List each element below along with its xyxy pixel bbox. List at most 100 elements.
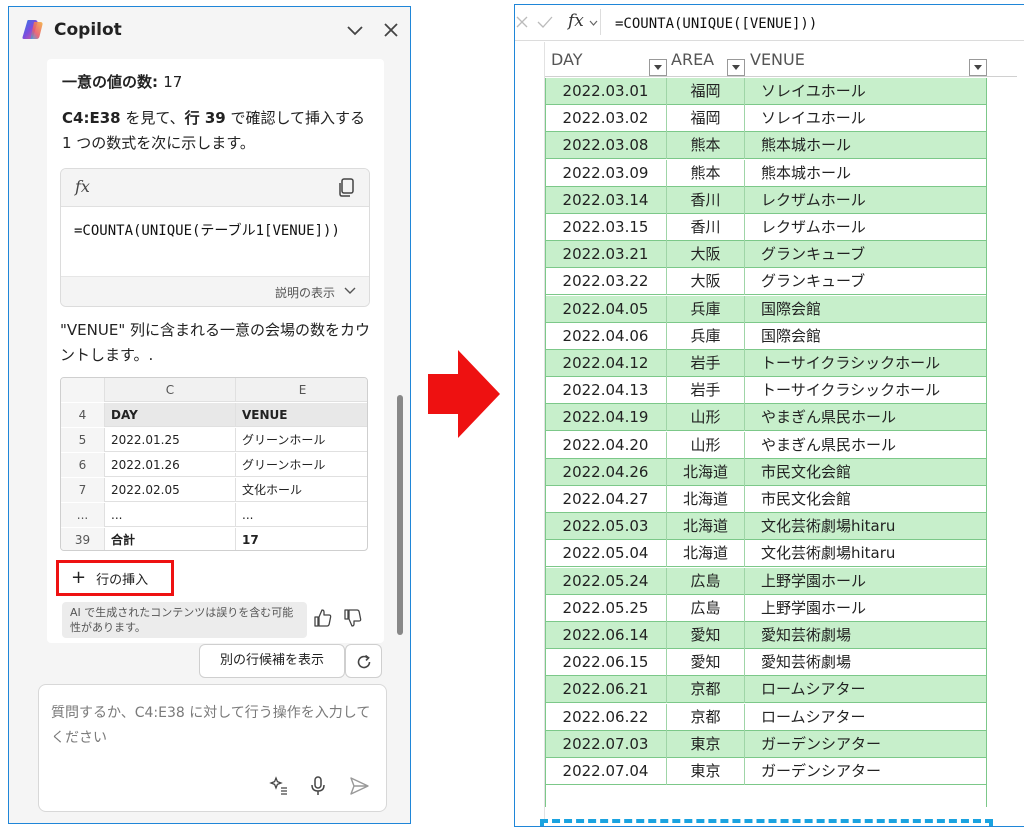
microphone-icon[interactable] [307,775,329,797]
cell-venue[interactable]: グランキューブ [745,268,987,295]
cell-area[interactable]: 愛知 [667,649,745,677]
cell-day[interactable]: 2022.05.24 [545,567,667,595]
cell-venue[interactable]: ロームシアター [745,676,987,703]
thumbs-down-icon[interactable] [343,608,363,628]
cell-area[interactable]: 北海道 [667,486,745,513]
cell-day[interactable]: 2022.03.09 [545,159,667,187]
cell-area[interactable]: 広島 [667,567,745,595]
copilot-scrollbar-thumb[interactable] [397,395,403,635]
cell-area[interactable]: 兵庫 [667,295,745,323]
show-another-suggestion-button[interactable]: 別の行候補を表示 [199,644,345,678]
cell-area[interactable]: 熊本 [667,159,745,187]
cell-area[interactable]: 東京 [667,758,745,785]
cell-day[interactable]: 2022.07.03 [545,730,667,758]
cell-day[interactable]: 2022.03.15 [545,214,667,241]
cell-day[interactable]: 2022.05.04 [545,540,667,568]
cell-venue[interactable]: ソレイユホール [745,78,987,105]
cell-area[interactable]: 北海道 [667,458,745,486]
cell-day[interactable]: 2022.05.03 [545,513,667,541]
cell-venue[interactable]: ロームシアター [745,704,987,731]
cell-venue[interactable]: トーサイクラシックホール [745,350,987,377]
cell-venue[interactable]: 国際会館 [745,296,987,323]
cell-area[interactable]: 兵庫 [667,322,745,350]
cell-venue[interactable]: やまぎん県民ホール [745,432,987,459]
filter-dropdown-icon[interactable] [649,59,667,76]
refresh-button[interactable] [345,644,382,678]
cell-venue[interactable]: ガーデンシアター [745,731,987,758]
cell-venue[interactable]: 熊本城ホール [745,132,987,159]
cell-area[interactable]: 大阪 [667,268,745,296]
send-icon[interactable] [348,775,370,797]
cell-area[interactable]: 山形 [667,404,745,432]
cell-day[interactable]: 2022.04.05 [545,295,667,323]
cell-area[interactable]: 香川 [667,186,745,214]
header-venue[interactable]: VENUE [750,42,805,77]
cell-venue[interactable]: 文化芸術劇場hitaru [745,540,987,567]
cell-venue[interactable]: 市民文化会館 [745,486,987,513]
check-icon[interactable] [537,15,553,29]
cell-day[interactable]: 2022.07.04 [545,758,667,785]
cell-venue[interactable]: 上野学園ホール [745,595,987,622]
cell-day[interactable]: 2022.04.06 [545,322,667,350]
cell-day[interactable]: 2022.05.25 [545,594,667,622]
cell-day[interactable]: 2022.03.02 [545,105,667,133]
cell-venue[interactable]: レクザムホール [745,214,987,241]
cell-day[interactable]: 2022.06.21 [545,676,667,704]
explain-toggle[interactable]: 説明の表示 [61,276,369,306]
cell-venue[interactable]: レクザムホール [745,187,987,214]
cell-area[interactable]: 福岡 [667,105,745,133]
cell-day[interactable]: 2022.06.14 [545,622,667,649]
cell-day[interactable]: 2022.03.08 [545,132,667,160]
header-day[interactable]: DAY [551,42,583,77]
cell-venue[interactable]: 文化芸術劇場hitaru [745,513,987,540]
cell-venue[interactable]: 熊本城ホール [745,160,987,187]
cell-area[interactable]: 岩手 [667,350,745,377]
cell-area[interactable]: 京都 [667,676,745,704]
cell-venue[interactable]: 愛知芸術劇場 [745,649,987,676]
cell-venue[interactable]: 上野学園ホール [745,568,987,595]
cell-area[interactable]: 北海道 [667,540,745,568]
copy-icon[interactable] [337,178,355,198]
cell-area[interactable]: 岩手 [667,377,745,405]
cell-area[interactable]: 愛知 [667,622,745,649]
cell-venue[interactable]: 国際会館 [745,323,987,350]
cell-day[interactable]: 2022.03.21 [545,241,667,269]
cell-area[interactable]: 京都 [667,703,745,731]
cell-area[interactable]: 熊本 [667,132,745,160]
header-area[interactable]: AREA [671,42,714,77]
filter-dropdown-icon[interactable] [727,59,745,76]
cell-venue[interactable]: 市民文化会館 [745,459,987,486]
cell-venue[interactable]: グランキューブ [745,241,987,268]
cell-venue[interactable]: やまぎん県民ホール [745,404,987,431]
cell-area[interactable]: 大阪 [667,241,745,269]
insert-row-button[interactable]: + 行の挿入 [56,560,174,596]
chevron-down-icon[interactable] [344,19,366,41]
cell-day[interactable]: 2022.04.27 [545,486,667,513]
cell-day[interactable]: 2022.06.15 [545,649,667,677]
cell-day[interactable]: 2022.04.19 [545,404,667,432]
cell-area[interactable]: 広島 [667,594,745,622]
cell-day[interactable]: 2022.04.13 [545,377,667,405]
filter-dropdown-icon[interactable] [969,59,987,76]
cell-day[interactable]: 2022.06.22 [545,703,667,731]
total-value[interactable]: 17 [765,823,786,826]
formula-bar-content[interactable]: =COUNTA(UNIQUE([VENUE])) [615,13,1015,35]
cell-area[interactable]: 北海道 [667,513,745,541]
cell-day[interactable]: 2022.04.26 [545,458,667,486]
sparkle-icon[interactable] [268,775,290,797]
cell-venue[interactable]: 愛知芸術劇場 [745,622,987,649]
cell-area[interactable]: 東京 [667,730,745,758]
cell-venue[interactable]: ガーデンシアター [745,758,987,785]
cell-day[interactable]: 2022.03.01 [545,78,667,105]
cancel-icon[interactable] [515,15,529,29]
cell-day[interactable]: 2022.03.14 [545,186,667,214]
total-row[interactable]: 合計 17 [540,819,993,826]
cell-venue[interactable]: トーサイクラシックホール [745,377,987,404]
cell-area[interactable]: 香川 [667,214,745,241]
thumbs-up-icon[interactable] [313,608,333,628]
cell-venue[interactable]: ソレイユホール [745,105,987,132]
insert-function-button[interactable]: fx [565,9,601,35]
prompt-input[interactable] [49,699,374,759]
cell-day[interactable]: 2022.03.22 [545,268,667,296]
cell-area[interactable]: 山形 [667,431,745,459]
